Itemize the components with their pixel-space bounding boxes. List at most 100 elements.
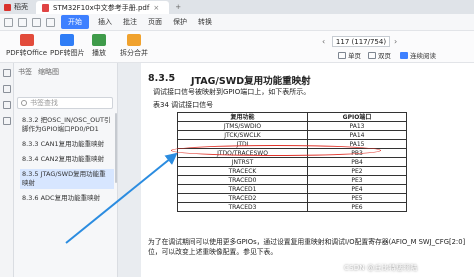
menu-start[interactable]: 开始 <box>61 15 89 29</box>
table-cell: PE3 <box>307 175 407 185</box>
section-title: JTAG/SWD复用功能重映射 <box>191 76 311 87</box>
double-page-icon <box>368 51 376 59</box>
bookmark-panel-icon[interactable] <box>3 69 11 77</box>
close-tab-icon[interactable]: × <box>153 4 159 12</box>
table-cell: TRACED1 <box>177 184 308 194</box>
single-page-label: 单页 <box>348 52 361 60</box>
single-page-button[interactable]: 单页 <box>338 50 361 60</box>
bookmark-item[interactable]: 8.3.3 CAN1复用功能重映射 <box>20 139 114 150</box>
table-cell: JTMS/SWDIO <box>177 121 308 131</box>
debug-signal-table: 复用功能 GPIO端口 JTMS/SWDIO PA13 JTCK/SWCLK PA1… <box>177 112 407 212</box>
annotation-panel-icon[interactable] <box>3 117 11 125</box>
document-tab[interactable]: STM32F10x中文参考手册.pdf × <box>36 1 170 14</box>
menu-protect[interactable]: 保护 <box>168 15 192 29</box>
table-header-function: 复用功能 <box>177 112 308 122</box>
single-page-icon <box>338 51 346 59</box>
page-number-input[interactable]: 117 (117/754) <box>332 36 390 47</box>
title-bar: 稻壳 STM32F10x中文参考手册.pdf × + <box>0 0 474 14</box>
sidebar-header: 书签 缩略图 <box>18 67 59 77</box>
sidebar-scrollbar[interactable] <box>115 113 117 183</box>
menu-page[interactable]: 页面 <box>143 15 167 29</box>
menu-convert[interactable]: 转换 <box>193 15 217 29</box>
table-row: TRACED0 PE3 <box>177 175 407 185</box>
menu-annotate[interactable]: 批注 <box>118 15 142 29</box>
docer-logo-icon <box>4 3 11 11</box>
bookmark-item[interactable]: 8.3.4 CAN2复用功能重映射 <box>20 154 114 165</box>
table-row: JTMS/SWDIO PA13 <box>177 121 407 131</box>
save-icon[interactable] <box>18 17 27 27</box>
next-page-icon[interactable]: › <box>394 37 397 46</box>
pdf-to-image-label: PDF转图片 <box>50 49 85 57</box>
pdf-to-office-button[interactable]: PDF转Office <box>6 34 47 58</box>
print-icon[interactable] <box>32 17 41 27</box>
table-row: TRACED1 PE4 <box>177 184 407 194</box>
play-icon <box>92 34 106 46</box>
undo-icon[interactable] <box>46 17 55 27</box>
bookmark-item-active[interactable]: 8.3.5 JTAG/SWD复用功能重映射 <box>20 169 114 189</box>
play-button[interactable]: 播放 <box>92 34 106 58</box>
table-row: TRACED3 PE6 <box>177 202 407 212</box>
split-merge-label: 拆分合并 <box>120 49 148 57</box>
table-cell: TRACED2 <box>177 193 308 203</box>
pdf-to-office-label: PDF转Office <box>6 49 48 57</box>
table-row: JNTRST PB4 <box>177 157 407 167</box>
sidebar-tab-thumbnails[interactable]: 缩略图 <box>38 67 59 77</box>
table-cell: PB4 <box>307 157 407 167</box>
watermark: CSDN @丘比特惩罚陆 <box>344 264 418 272</box>
table-caption: 表34 调试接口信号 <box>153 101 214 109</box>
pdf-to-image-icon <box>60 34 75 46</box>
double-page-button[interactable]: 双页 <box>368 50 391 60</box>
table-row: TRACECK PE2 <box>177 166 407 176</box>
intro-paragraph: 调试接口信号被映射到GPIO端口上，如下表所示。 <box>153 88 311 96</box>
double-page-label: 双页 <box>378 52 391 60</box>
table-cell: TRACED3 <box>177 202 308 212</box>
table-cell: PA13 <box>307 121 407 131</box>
pdf-to-office-icon <box>19 34 34 46</box>
menu-insert[interactable]: 插入 <box>93 15 117 29</box>
bookmark-item[interactable]: 8.3.6 ADC复用功能重映射 <box>20 193 114 204</box>
table-cell: TRACECK <box>177 166 308 176</box>
table-cell: JTCK/SWCLK <box>177 130 308 140</box>
page-number-value: 117 (117/754) <box>335 37 387 46</box>
menu-icon[interactable] <box>4 17 13 27</box>
bookmark-sidebar: 书签 缩略图 书签查找 8.3.2 把OSC_IN/OSC_OUT引脚作为GPI… <box>14 63 118 277</box>
section-number: 8.3.5 <box>148 73 176 84</box>
body-paragraph: 为了在调试期间可以使用更多GPIOs，通过设置复用重映射和调试I/O配置寄存器(… <box>148 238 466 256</box>
sidebar-tab-bookmarks[interactable]: 书签 <box>18 67 32 77</box>
table-row: TRACED2 PE5 <box>177 193 407 203</box>
continuous-reading-label: 连续阅读 <box>410 52 436 60</box>
new-tab-button[interactable]: + <box>169 0 187 14</box>
table-header-port: GPIO端口 <box>307 112 407 122</box>
pdf-file-icon <box>42 3 49 12</box>
bookmark-search-placeholder: 书签查找 <box>30 99 58 107</box>
bookmark-list: 8.3.2 把OSC_IN/OSC_OUT引脚作为GPIO端口PD0/PD1 8… <box>20 115 114 208</box>
play-label: 播放 <box>92 49 106 57</box>
table-cell: PE6 <box>307 202 407 212</box>
document-tab-label: STM32F10x中文参考手册.pdf <box>53 3 150 12</box>
split-merge-icon <box>127 34 141 46</box>
table-cell: PE2 <box>307 166 407 176</box>
table-cell: JNTRST <box>177 157 308 167</box>
bookmark-search-input[interactable]: 书签查找 <box>17 97 113 109</box>
continuous-reading-icon <box>400 51 408 59</box>
highlight-ring <box>171 145 381 156</box>
bookmark-item[interactable]: 8.3.2 把OSC_IN/OSC_OUT引脚作为GPIO端口PD0/PD1 <box>20 115 114 135</box>
search-icon <box>21 100 27 106</box>
menu-bar: 开始 插入 批注 页面 保护 转换 <box>0 14 474 31</box>
document-area[interactable]: 8.3.5 JTAG/SWD复用功能重映射 调试接口信号被映射到GPIO端口上，… <box>119 63 474 277</box>
home-tab[interactable]: 稻壳 <box>0 0 36 14</box>
pdf-to-image-button[interactable]: PDF转图片 <box>50 34 85 58</box>
continuous-reading-button[interactable]: 连续阅读 <box>400 50 436 60</box>
table-cell: TRACED0 <box>177 175 308 185</box>
left-rail <box>0 63 14 277</box>
thumbnail-panel-icon[interactable] <box>3 85 11 93</box>
search-panel-icon[interactable] <box>3 101 11 109</box>
table-cell: PA14 <box>307 130 407 140</box>
home-tab-label: 稻壳 <box>14 3 28 11</box>
table-cell: PE4 <box>307 184 407 194</box>
table-cell: PE5 <box>307 193 407 203</box>
toolbar: PDF转Office PDF转图片 播放 拆分合并 ‹ 117 (117/754… <box>0 31 474 63</box>
prev-page-icon[interactable]: ‹ <box>322 37 325 46</box>
pdf-page: 8.3.5 JTAG/SWD复用功能重映射 调试接口信号被映射到GPIO端口上，… <box>141 63 474 277</box>
split-merge-button[interactable]: 拆分合并 <box>120 34 148 58</box>
